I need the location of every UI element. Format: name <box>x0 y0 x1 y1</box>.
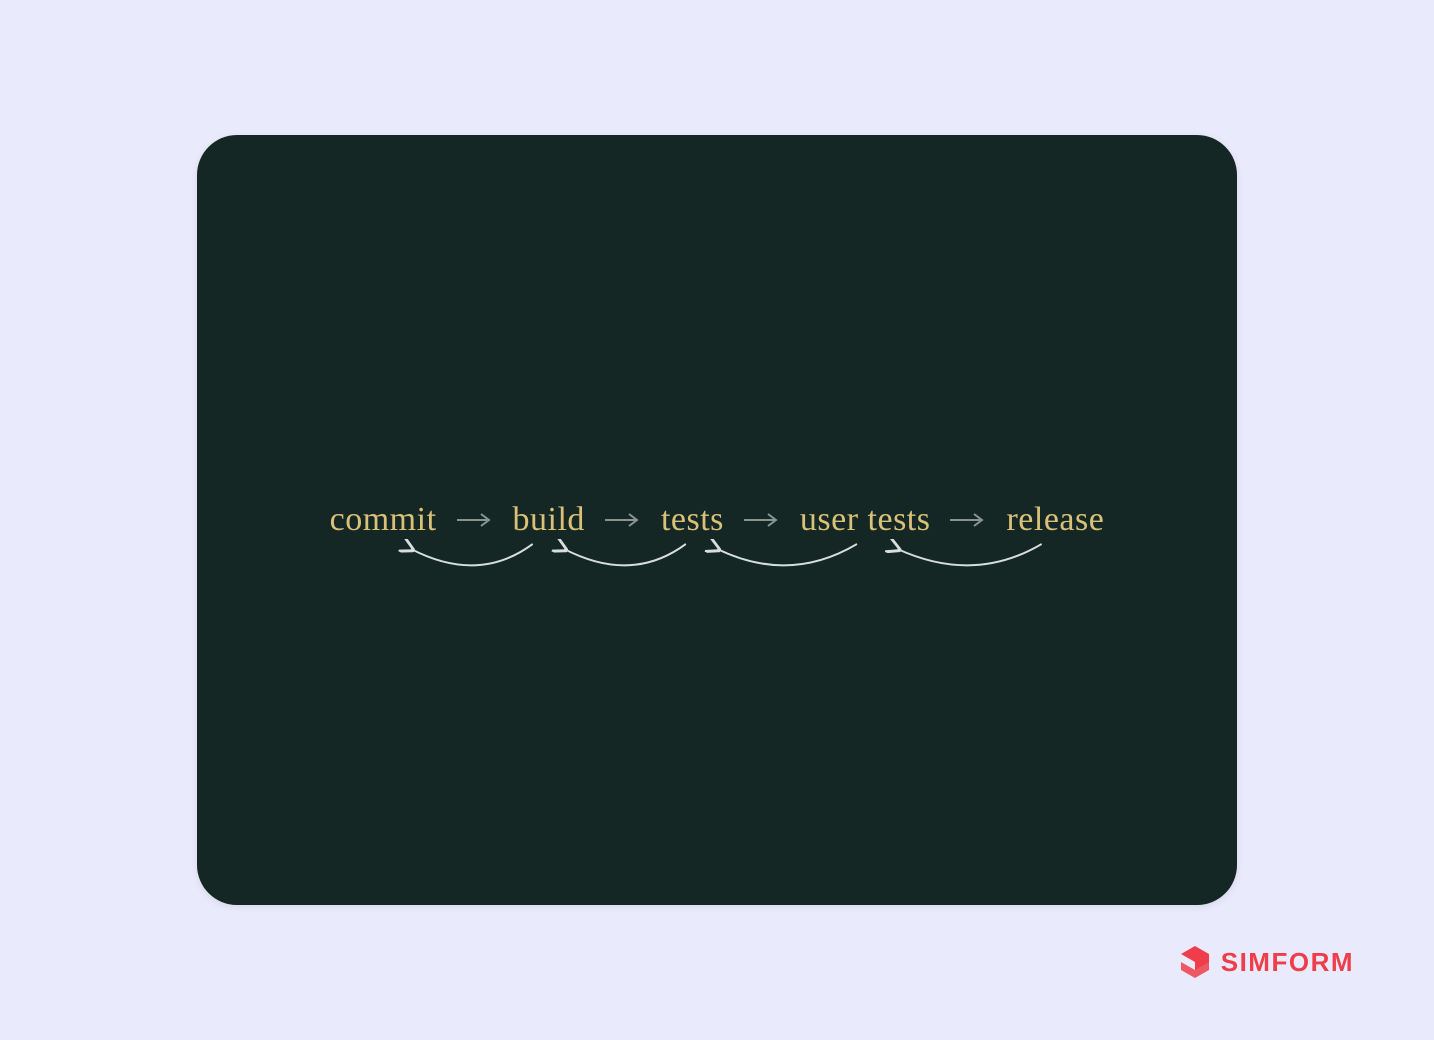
diagram-card: commit build tests user tests release <box>197 135 1237 905</box>
brand-logo: SIMFORM <box>1177 944 1354 980</box>
brand-name: SIMFORM <box>1221 947 1354 978</box>
arrow-forward-icon <box>742 510 782 530</box>
arrow-forward-icon <box>603 510 643 530</box>
stage-build: build <box>513 501 585 539</box>
stage-release: release <box>1006 501 1104 539</box>
feedback-arrows <box>330 539 1105 599</box>
arrow-forward-icon <box>455 510 495 530</box>
stage-user-tests: user tests <box>800 501 931 539</box>
simform-icon <box>1177 944 1213 980</box>
stage-commit: commit <box>330 501 437 539</box>
pipeline-flow: commit build tests user tests release <box>330 501 1105 539</box>
arrow-forward-icon <box>948 510 988 530</box>
stage-tests: tests <box>661 501 724 539</box>
